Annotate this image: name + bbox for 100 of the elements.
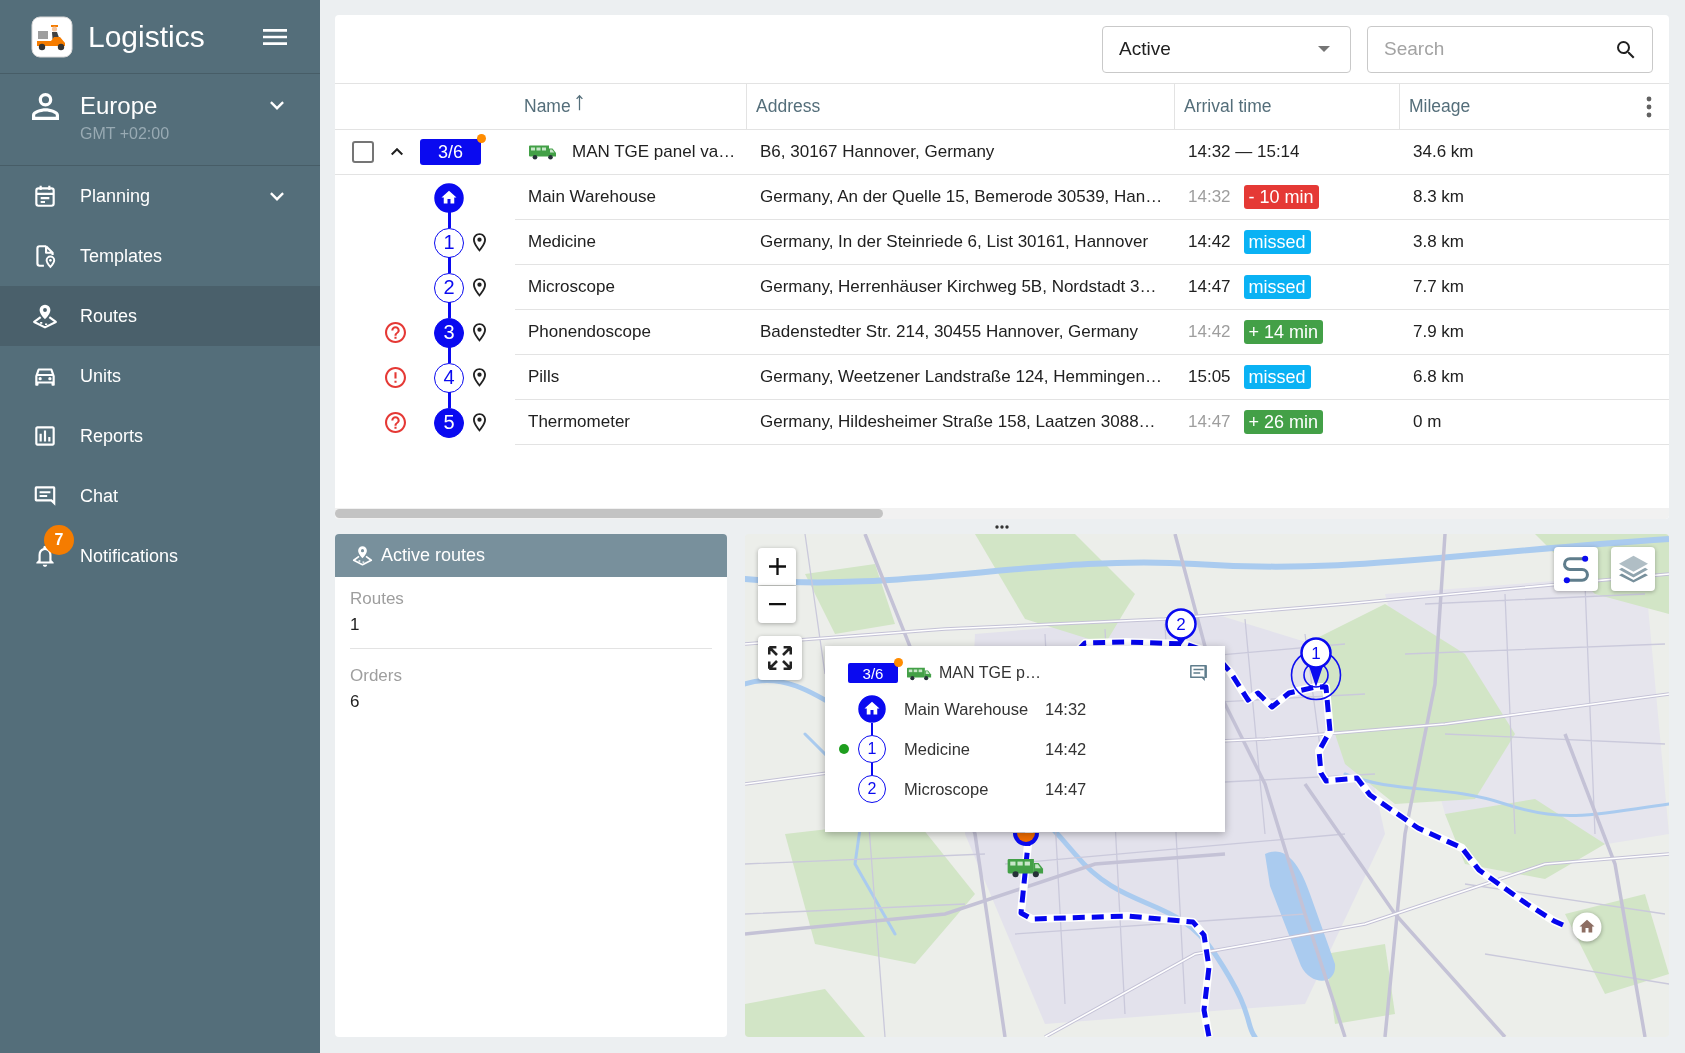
location-pin-icon[interactable] xyxy=(473,278,486,297)
timeline-connector xyxy=(447,302,451,318)
stat-value: 6 xyxy=(350,691,361,713)
progress-badge: 3/6 xyxy=(848,663,898,683)
stop-marker: 5 xyxy=(434,407,464,438)
arrival-time: 14:42 xyxy=(1045,739,1087,759)
nav-item[interactable]: Routes xyxy=(0,286,320,346)
stat-label: Routes xyxy=(350,588,405,610)
location-pin-icon[interactable] xyxy=(473,323,486,342)
logo-icon xyxy=(31,15,73,58)
stop-name: Main Warehouse xyxy=(528,187,656,207)
timeline-connector xyxy=(447,347,451,363)
search-icon[interactable] xyxy=(1617,40,1635,59)
stop-name: Medicine xyxy=(528,232,597,252)
nav-item[interactable]: 7 Notifications xyxy=(0,526,320,586)
stop-marker: 2 xyxy=(434,272,464,303)
stop-marker: 1 xyxy=(434,227,464,258)
mileage-value: 0 m xyxy=(1413,412,1442,432)
layers-button[interactable] xyxy=(1611,547,1655,591)
drag-handle-icon[interactable] xyxy=(995,524,1009,529)
location-pin-icon[interactable] xyxy=(473,413,486,432)
deviation-badge: + 14 min xyxy=(1243,320,1324,344)
stat-label: Orders xyxy=(350,665,403,687)
mileage-value: 34.6 km xyxy=(1413,142,1474,162)
chevron-down-icon[interactable] xyxy=(270,101,284,110)
stat-value: 1 xyxy=(350,614,361,636)
notification-badge: 7 xyxy=(44,525,74,555)
column-header[interactable]: Arrival time xyxy=(1184,96,1272,117)
account-selector[interactable]: Europe GMT +02:00 xyxy=(0,74,320,166)
location-pin-icon[interactable] xyxy=(473,368,486,387)
arrow-up-icon xyxy=(574,94,584,111)
map-pin-icon xyxy=(352,545,373,566)
arrival-time: 14:42 xyxy=(1188,322,1231,342)
van-icon xyxy=(907,665,932,681)
nav-item[interactable]: Templates xyxy=(0,226,320,286)
van-icon[interactable] xyxy=(1007,857,1045,878)
stop-marker: 3 xyxy=(434,317,464,348)
checkbox[interactable] xyxy=(352,141,374,163)
calendar-icon xyxy=(32,183,58,209)
help-icon xyxy=(385,322,406,343)
search-field[interactable]: Search xyxy=(1367,25,1653,73)
map-pin-icon xyxy=(32,303,58,329)
route-toggle-button[interactable] xyxy=(1554,547,1598,591)
nav-item[interactable]: Units xyxy=(0,346,320,406)
layers-icon xyxy=(1617,554,1649,584)
column-header[interactable]: Mileage xyxy=(1409,96,1471,117)
timeline-connector xyxy=(447,212,451,228)
mileage-value: 8.3 km xyxy=(1413,187,1465,207)
stop-address: Germany, Hildesheimer Straße 158, Laatzen 3088… xyxy=(760,412,1156,432)
vehicle-name: MAN TGE p… xyxy=(939,664,1041,682)
deviation-badge: + 26 min xyxy=(1243,410,1324,434)
mileage-value: 6.8 km xyxy=(1413,367,1465,387)
error-icon xyxy=(385,367,406,388)
location-pin-icon[interactable] xyxy=(473,233,486,252)
stop-name: Phonendoscope xyxy=(528,322,651,342)
fullscreen-icon xyxy=(768,646,792,670)
stop-name: Main Warehouse xyxy=(904,699,1030,719)
zoom-in-button[interactable] xyxy=(758,548,796,585)
person-icon xyxy=(32,93,59,120)
stop-address: Germany, Weetzener Landstraße 124, Hemmingen… xyxy=(760,367,1162,387)
menu-icon[interactable] xyxy=(263,28,287,45)
nav-item[interactable]: Planning xyxy=(0,166,320,226)
mileage-value: 7.7 km xyxy=(1413,277,1465,297)
more-icon[interactable] xyxy=(1646,95,1652,118)
map-marker[interactable] xyxy=(1013,833,1039,847)
chevron-up-icon[interactable] xyxy=(391,148,403,156)
arrival-time: 15:05 xyxy=(1188,367,1231,387)
arrival-time: 14:47 xyxy=(1188,277,1231,297)
progress-badge: 3/6 xyxy=(420,139,481,165)
bar-chart-icon xyxy=(32,423,58,449)
timeline-connector xyxy=(447,392,451,408)
minus-icon xyxy=(768,603,786,606)
stop-marker: 2 xyxy=(858,775,886,803)
app-title: Logistics xyxy=(88,19,205,54)
fullscreen-button[interactable] xyxy=(758,636,802,680)
mileage-value: 7.9 km xyxy=(1413,322,1465,342)
stop-name: Pills xyxy=(528,367,560,387)
route-address: B6, 30167 Hannover, Germany xyxy=(760,142,995,162)
stop-name: Medicine xyxy=(904,739,972,759)
arrival-time: 14:47 xyxy=(1045,779,1087,799)
zoom-out-button[interactable] xyxy=(758,586,796,623)
nav-item[interactable]: Chat xyxy=(0,466,320,526)
van-icon xyxy=(529,144,557,160)
column-header[interactable]: Name xyxy=(524,96,584,117)
arrival-time: 14:47 xyxy=(1188,412,1231,432)
timeline-connector xyxy=(871,723,873,735)
status-dropdown[interactable]: Active xyxy=(1102,25,1351,73)
arrival-time: 14:32 xyxy=(1188,187,1231,207)
deviation-badge: - 10 min xyxy=(1243,185,1319,209)
home-marker-icon[interactable] xyxy=(1572,912,1602,942)
stop-marker: 1 xyxy=(858,735,886,763)
panel-title: Active routes xyxy=(381,545,486,566)
arrival-window: 14:32 — 15:14 xyxy=(1188,142,1300,162)
column-header[interactable]: Address xyxy=(756,96,821,117)
nav-item[interactable]: Reports xyxy=(0,406,320,466)
scrollbar-thumb[interactable] xyxy=(335,509,883,518)
stop-name: Thermometer xyxy=(528,412,631,432)
stop-address: Germany, An der Quelle 15, Bemerode 30539, Han… xyxy=(760,187,1163,207)
dropdown-arrow-icon xyxy=(1318,46,1330,52)
comment-icon[interactable] xyxy=(1190,665,1207,681)
